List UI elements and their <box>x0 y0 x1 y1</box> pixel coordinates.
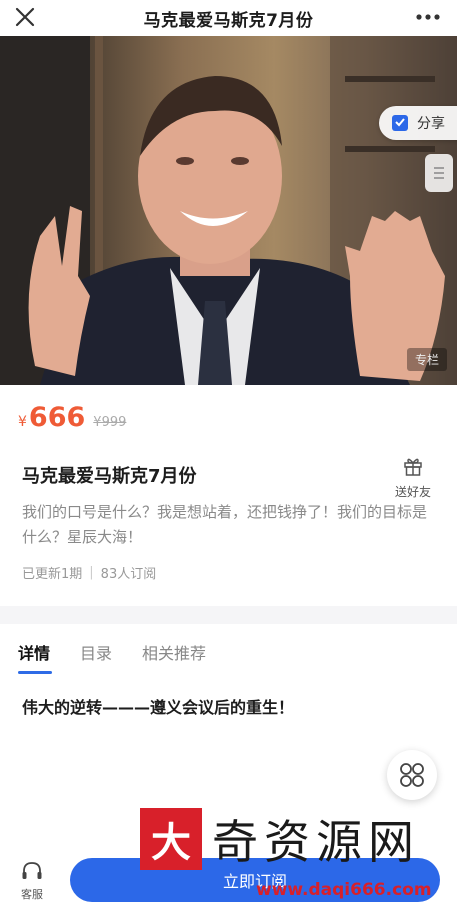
service-label: 客服 <box>21 888 43 901</box>
article-heading: 伟大的逆转———遵义会议后的重生！ <box>22 698 295 717</box>
watermark: 大 奇资源网 <box>140 806 450 872</box>
current-price: 666 <box>28 402 86 433</box>
watermark-text: 奇资源网 <box>212 815 420 869</box>
update-count: 已更新1期 <box>22 567 83 582</box>
more-icon[interactable] <box>415 9 441 25</box>
share-label: 分享 <box>417 116 445 132</box>
share-icon <box>392 115 408 131</box>
product-title: 马克最爱马斯克7月份 <box>22 466 197 487</box>
headset-icon <box>22 862 42 879</box>
side-handle[interactable] <box>425 154 453 192</box>
tab-catalog[interactable]: 目录 <box>80 640 112 674</box>
tab-details[interactable]: 详情 <box>18 640 53 674</box>
gift-icon <box>404 458 422 476</box>
gift-friend-button[interactable]: 送好友 <box>391 455 435 500</box>
currency-symbol: ¥ <box>18 414 27 430</box>
share-button[interactable]: 分享 <box>379 106 457 140</box>
product-meta: 已更新1期 | 83人订阅 <box>22 563 156 582</box>
section-divider <box>0 606 457 624</box>
column-tag: 专栏 <box>406 348 447 371</box>
watermark-logo: 大 <box>140 808 202 870</box>
price-row: ¥ 666 ¥999 <box>18 402 126 433</box>
close-icon[interactable] <box>14 6 36 28</box>
meta-separator: | <box>89 565 94 580</box>
menu-lines-icon <box>434 167 444 179</box>
top-bar: 马克最爱马斯克7月份 <box>0 0 457 37</box>
customer-service-button[interactable]: 客服 <box>12 860 52 902</box>
original-price: ¥999 <box>93 415 127 430</box>
tab-bar: 详情 目录 相关推荐 <box>18 640 206 674</box>
tab-recommendations[interactable]: 相关推荐 <box>142 640 206 674</box>
gift-label: 送好友 <box>394 485 431 499</box>
floating-grid-button[interactable] <box>387 750 437 800</box>
grid-icon <box>400 763 424 787</box>
watermark-url: www.daqi666.com <box>256 880 432 900</box>
product-description: 我们的口号是什么？我是想站着，还把钱挣了！我们的目标是什么？星辰大海！ <box>22 503 428 546</box>
cover-photo <box>0 36 457 385</box>
cover-image: 分享 专栏 <box>0 36 457 385</box>
subscriber-count: 83人订阅 <box>100 567 157 582</box>
page-title: 马克最爱马斯克7月份 <box>143 10 314 31</box>
